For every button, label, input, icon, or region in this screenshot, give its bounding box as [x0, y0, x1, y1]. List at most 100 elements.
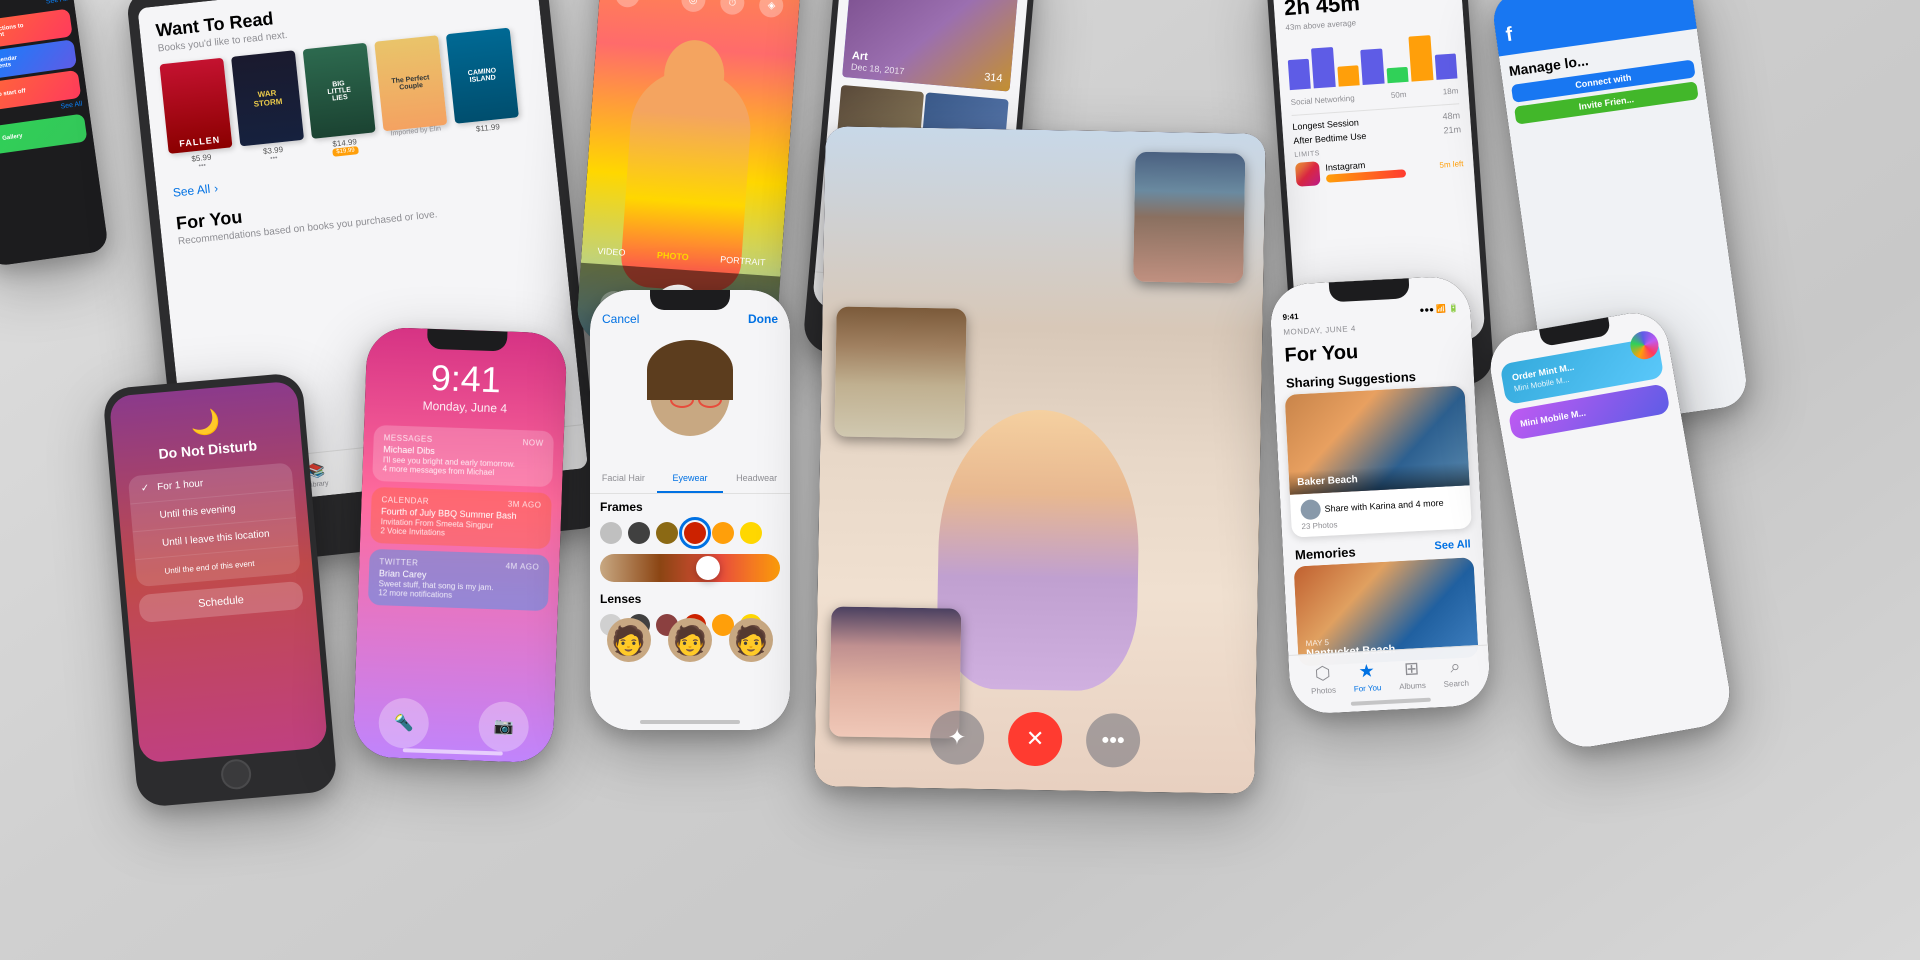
photos-nav-search[interactable]: ⌕ Search: [1442, 655, 1469, 688]
lenses-label: Lenses: [600, 592, 780, 606]
bar-entertainment-2: [1409, 35, 1434, 81]
book-item-fallen[interactable]: FALLEN $5.99 •••: [159, 58, 234, 174]
facetime-screen: ✦ ✕ •••: [814, 126, 1265, 794]
screentime-section-1: Longest Session 48m After Bedtime Use 21…: [1292, 103, 1462, 146]
filter-icon[interactable]: ◈: [759, 0, 785, 18]
memoji-cancel-button[interactable]: Cancel: [602, 312, 639, 326]
camera-mode-text: Aa: [654, 0, 667, 10]
ft-thumb-photo-1: [834, 306, 966, 438]
photos-device: 9:41 ●●● 📶 🔋 Monday, June 4 For You Shar…: [1269, 275, 1491, 715]
facetime-end-button[interactable]: ✕: [1008, 711, 1063, 766]
bar-social-4: [1434, 53, 1457, 79]
book-coming-label: CAMINOISLAND: [468, 67, 498, 84]
memoji-device: Cancel Done Facial Hair Eyewear Headwear…: [590, 290, 790, 730]
memoji-tab-eyewear[interactable]: Eyewear: [657, 465, 724, 493]
swatch-red[interactable]: [684, 522, 706, 544]
swatch-brown[interactable]: [656, 522, 678, 544]
flash-icon[interactable]: ⚡: [614, 0, 640, 8]
book-item-coming[interactable]: CAMINOISLAND $11.99: [446, 28, 521, 144]
frames-slider[interactable]: [600, 554, 780, 582]
frames-colors: [600, 522, 780, 544]
shortcut-text-3: to start off: [0, 88, 26, 98]
messages-app-label: MESSAGES: [384, 433, 433, 444]
ft-overlay-photo: [1133, 152, 1245, 284]
book-lies-label: BIGLITTLELIES: [326, 79, 352, 102]
lockscreen-time: 9:41: [375, 355, 556, 403]
twitter-notification[interactable]: TWITTER 4m ago Brian Carey Sweet stuff, …: [368, 549, 550, 611]
messages-time: now: [522, 438, 543, 448]
dnd-home-button[interactable]: [220, 758, 253, 791]
book-cover-coming: CAMINOISLAND: [446, 28, 519, 124]
photos-nav-albums[interactable]: ⊞ Albums: [1398, 657, 1426, 690]
book-options-war[interactable]: •••: [270, 155, 278, 163]
live-photo-icon[interactable]: ◎: [680, 0, 706, 13]
memoji-notch: [650, 290, 730, 310]
swatch-silver[interactable]: [600, 522, 622, 544]
camera-button[interactable]: 📷: [478, 701, 530, 753]
share-avatar: [1300, 499, 1321, 520]
book-item-war[interactable]: WARSTORM $3.99 •••: [231, 50, 306, 166]
memoji-emoji-1: 🧑: [611, 624, 646, 657]
memoji-face: [635, 340, 745, 450]
book-cover-perfect: The PerfectCouple: [374, 35, 447, 131]
book-options-fallen[interactable]: •••: [198, 162, 206, 170]
memoji-variant-1[interactable]: 🧑: [607, 618, 651, 662]
dnd-option-1-label: For 1 hour: [157, 478, 204, 493]
dnd-option-2-label: Until this evening: [159, 503, 236, 521]
photos-share-text: Share with Karina and 4 more: [1324, 498, 1443, 514]
memoji-done-button[interactable]: Done: [748, 312, 778, 326]
photos-time: 9:41: [1282, 312, 1298, 322]
photos-nav-albums-label: Albums: [1399, 680, 1426, 690]
order-card-2-text: Mini Mobile M...: [1519, 395, 1659, 429]
facetime-controls: ✦ ✕ •••: [815, 708, 1256, 770]
dnd-screen: 🌙 Do Not Disturb ✓ For 1 hour ✓ Until th…: [109, 381, 328, 764]
longest-session-label: Longest Session: [1292, 117, 1359, 132]
flashlight-button[interactable]: 🔦: [378, 697, 430, 749]
swatch-gold[interactable]: [740, 522, 762, 544]
book-item-lies[interactable]: BIGLITTLELIES $14.99 $19.99: [303, 43, 378, 159]
after-bedtime-label: After Bedtime Use: [1293, 131, 1367, 146]
slider-thumb[interactable]: [696, 556, 720, 580]
memoji-avatar: [635, 340, 745, 450]
cat-18m: 18m: [1442, 86, 1458, 96]
photos-baker-beach-card[interactable]: Baker Beach Share with Karina and 4 more…: [1285, 385, 1472, 537]
facetime-effects-button[interactable]: ✦: [930, 710, 985, 765]
shortcut-text-2: Calendarevents: [0, 55, 18, 70]
photos-nav: ⬡ Photos ★ For You ⊞ Albums ⌕ Search: [1288, 645, 1491, 715]
photos-icon: ⬡: [1314, 662, 1331, 684]
facetime-more-button[interactable]: •••: [1086, 713, 1141, 768]
swatch-dark[interactable]: [628, 522, 650, 544]
photos-nav-photos[interactable]: ⬡ Photos: [1310, 662, 1337, 695]
memoji-variant-3[interactable]: 🧑: [729, 618, 773, 662]
calendar-notification[interactable]: CALENDAR 3m ago Fourth of July BBQ Summe…: [370, 487, 552, 549]
shortcut-item-4[interactable]: Gallery: [0, 113, 88, 156]
camera-face: [662, 38, 727, 112]
memoji-variant-2[interactable]: 🧑: [668, 618, 712, 662]
dnd-schedule-button[interactable]: Schedule: [138, 581, 304, 623]
notifications-device: 9:41 Monday, June 4 MESSAGES now Michael…: [353, 327, 568, 764]
moments-art-photo[interactable]: Art Dec 18, 2017 314: [842, 0, 1018, 92]
shortcut-text-1: Directions toEvent: [0, 23, 25, 40]
dnd-option-4-label: Until the end of this event: [164, 559, 255, 576]
book-fallen-label: FALLEN: [179, 135, 221, 149]
siri-button[interactable]: [1628, 329, 1660, 361]
memoji-emoji-2: 🧑: [673, 624, 708, 657]
messages-notification[interactable]: MESSAGES now Michael Dibs I'll see you b…: [372, 425, 554, 487]
mode-video[interactable]: VIDEO: [597, 246, 626, 258]
instagram-icon: [1295, 161, 1321, 187]
mode-photo[interactable]: PHOTO: [657, 250, 689, 262]
memoji-home-indicator[interactable]: [640, 720, 740, 724]
frames-label: Frames: [600, 500, 780, 514]
memoji-tab-headwear[interactable]: Headwear: [723, 465, 790, 493]
photos-see-all[interactable]: See All: [1434, 538, 1471, 555]
photos-nav-photos-label: Photos: [1311, 685, 1336, 695]
timer-icon[interactable]: ⏱: [720, 0, 746, 15]
book-item-perfect[interactable]: The PerfectCouple Imported by Elin: [374, 35, 449, 151]
dnd-content: 🌙 Do Not Disturb ✓ For 1 hour ✓ Until th…: [109, 381, 328, 764]
photos-nav-for-you[interactable]: ★ For You: [1352, 660, 1381, 693]
memoji-emoji-3: 🧑: [734, 624, 769, 657]
twitter-time: 4m ago: [505, 562, 539, 572]
swatch-orange[interactable]: [712, 522, 734, 544]
memoji-hair: [647, 340, 733, 400]
memoji-tab-facial-hair[interactable]: Facial Hair: [590, 465, 657, 493]
